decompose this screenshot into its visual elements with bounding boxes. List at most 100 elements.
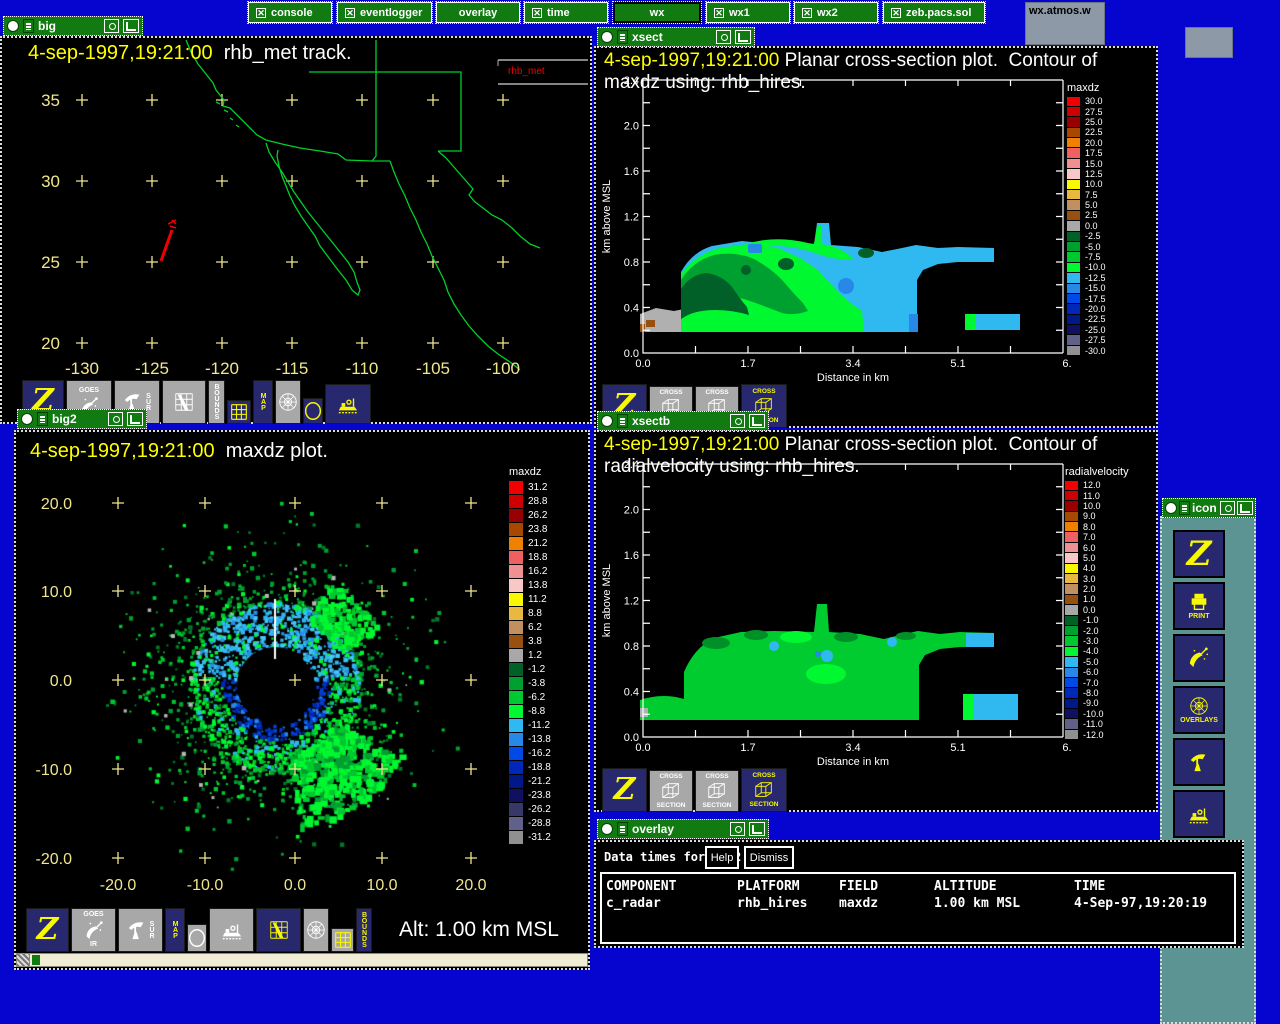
cross-section-icon[interactable]: CROSSSECTION xyxy=(649,770,693,812)
window-menu-icon[interactable] xyxy=(601,31,613,43)
bounds-icon[interactable]: BOUNDS xyxy=(208,380,225,424)
fold-icon[interactable] xyxy=(749,822,765,836)
taskbar-button-eventlogger[interactable]: eventlogger xyxy=(336,1,433,24)
wx-atmos-window-stub[interactable]: wx.atmos.w xyxy=(1025,2,1105,45)
xsect-title-line2: maxdz using: rhb_hires. xyxy=(604,72,806,93)
taskbar-button-zeb-pacs-sol[interactable]: zeb.pacs.sol xyxy=(882,1,986,24)
big2-titlebar[interactable]: big2 xyxy=(17,409,147,429)
help-button[interactable]: Help xyxy=(705,846,739,869)
checkbox-icon xyxy=(714,7,724,18)
radar-dish-icon[interactable] xyxy=(1173,738,1225,786)
dismiss-button[interactable]: Dismiss xyxy=(744,846,794,869)
svg-text:20.0: 20.0 xyxy=(455,877,486,894)
slate-window-stub[interactable] xyxy=(1185,27,1233,58)
iconify-icon[interactable] xyxy=(730,414,745,428)
svg-text:3.4: 3.4 xyxy=(845,358,860,370)
surface-radar-icon[interactable]: SUR xyxy=(118,908,163,952)
zebra-logo-icon[interactable]: Z xyxy=(26,908,69,952)
scrollbar-anchor[interactable] xyxy=(17,954,30,966)
iconify-icon[interactable] xyxy=(730,822,745,836)
map-overlay-icon[interactable]: MAP xyxy=(165,908,185,952)
taskbar-button-wx1[interactable]: wx1 xyxy=(705,1,791,24)
circle-icon[interactable] xyxy=(303,398,323,424)
document-icon[interactable] xyxy=(37,412,48,426)
window-menu-icon[interactable] xyxy=(7,20,19,32)
horizontal-scrollbar[interactable] xyxy=(16,953,588,967)
taskbar-button-overlay[interactable]: overlay xyxy=(435,1,521,24)
grid-icon[interactable] xyxy=(227,400,251,424)
print-icon[interactable]: PRINT xyxy=(1173,582,1225,630)
fold-icon[interactable] xyxy=(749,414,765,428)
taskbar-button-wx[interactable]: wx xyxy=(612,1,702,24)
colorbar-entry: -5.0 xyxy=(1065,657,1129,667)
fold-icon[interactable] xyxy=(127,412,143,426)
taskbar-button-wx2[interactable]: wx2 xyxy=(793,1,879,24)
document-icon[interactable] xyxy=(617,822,628,836)
circle-icon[interactable] xyxy=(187,924,207,952)
satellite-dish-icon[interactable] xyxy=(1173,634,1225,682)
fold-icon[interactable] xyxy=(735,30,751,44)
longitude-labels: -130 -125 -120 -115 -110 -105 -100 xyxy=(65,359,520,378)
svg-text:10.0: 10.0 xyxy=(41,584,72,601)
colorbar-entry: -6.0 xyxy=(1065,667,1129,677)
xsectb-title-line1: 4-sep-1997,19:21:00 Planar cross-section… xyxy=(604,434,1098,455)
grid-icon[interactable] xyxy=(331,928,354,952)
xsect-title-line1: 4-sep-1997,19:21:00 Planar cross-section… xyxy=(604,50,1098,71)
fold-icon[interactable] xyxy=(123,19,139,33)
map-plot[interactable]: rhb_met 35 30 25 20 -130 -125 -120 -115 -110 -10… xyxy=(20,39,588,378)
scrollbar-thumb[interactable] xyxy=(32,955,40,965)
grid-radar-icon-active[interactable] xyxy=(256,908,301,952)
iconify-icon[interactable] xyxy=(716,30,731,44)
big2-colorbar: maxdz 31.2 28.8 26.2 23.8 21.2 18.8 16.2 13.8 11… xyxy=(509,466,551,844)
iconify-icon[interactable] xyxy=(104,19,119,33)
cross-section-icon-active[interactable]: CROSSSECTION xyxy=(741,768,787,812)
ship-icon[interactable] xyxy=(209,908,254,952)
document-icon[interactable] xyxy=(617,30,628,44)
overlay-titlebar[interactable]: overlay xyxy=(597,819,769,839)
iconify-icon[interactable] xyxy=(1220,501,1235,515)
zebra-logo-icon[interactable]: Z xyxy=(1173,530,1225,578)
colorbar-entry: 21.2 xyxy=(509,536,551,550)
window-menu-icon[interactable] xyxy=(601,823,613,835)
overlays-icon[interactable]: OVERLAYS xyxy=(1173,686,1225,734)
map-overlay-icon[interactable]: MAP xyxy=(253,380,273,424)
colorbar-entry: 28.8 xyxy=(509,494,551,508)
table-row[interactable]: c_radar rhb_hires maxdz 1.00 km MSL 4-Se… xyxy=(602,895,1234,912)
iconify-icon[interactable] xyxy=(108,412,123,426)
ship-icon[interactable] xyxy=(1173,790,1225,838)
radar-rings-icon[interactable] xyxy=(275,380,301,424)
radar-rings-icon[interactable] xyxy=(303,908,329,952)
taskbar-button-console[interactable]: console xyxy=(247,1,333,24)
icon-titlebar[interactable]: icon xyxy=(1162,498,1256,518)
goes-ir-icon[interactable]: GOES IR xyxy=(71,908,116,952)
window-menu-icon[interactable] xyxy=(1165,502,1177,514)
xsectb-titlebar[interactable]: xsectb xyxy=(597,411,769,431)
fold-icon[interactable] xyxy=(1237,501,1253,515)
cross-section-icon[interactable]: CROSSSECTION xyxy=(695,770,739,812)
window-menu-icon[interactable] xyxy=(601,415,613,427)
grid-radar-icon[interactable] xyxy=(162,380,206,424)
svg-text:20: 20 xyxy=(41,334,60,353)
colorbar-entry: -7.5 xyxy=(1067,252,1106,262)
map-grid-crosses xyxy=(76,94,509,349)
svg-text:0.0: 0.0 xyxy=(50,673,72,690)
zebra-logo-icon[interactable]: Z xyxy=(602,768,647,812)
xsect-titlebar[interactable]: xsect xyxy=(597,27,755,47)
colorbar-entry: -21.2 xyxy=(509,774,551,788)
colorbar-entry: -20.0 xyxy=(1067,304,1106,314)
document-icon[interactable] xyxy=(617,414,628,428)
taskbar-button-time[interactable]: time xyxy=(523,1,609,24)
document-icon[interactable] xyxy=(1179,501,1190,515)
colorbar-entry: -9.0 xyxy=(1065,698,1129,708)
taskbar-label: time xyxy=(547,6,570,19)
big-titlebar[interactable]: big xyxy=(3,16,143,36)
ship-icon[interactable] xyxy=(325,384,371,424)
document-icon[interactable] xyxy=(23,19,34,33)
colorbar-entry: -16.2 xyxy=(509,746,551,760)
bounds-icon[interactable]: BOUNDS xyxy=(356,908,372,952)
data-times-table[interactable]: COMPONENT PLATFORM FIELD ALTITUDE TIME c… xyxy=(600,872,1236,944)
checkbox-icon xyxy=(891,7,901,18)
svg-text:0.8: 0.8 xyxy=(624,641,639,653)
window-menu-icon[interactable] xyxy=(21,413,33,425)
colorbar-entry: -30.0 xyxy=(1067,345,1106,356)
